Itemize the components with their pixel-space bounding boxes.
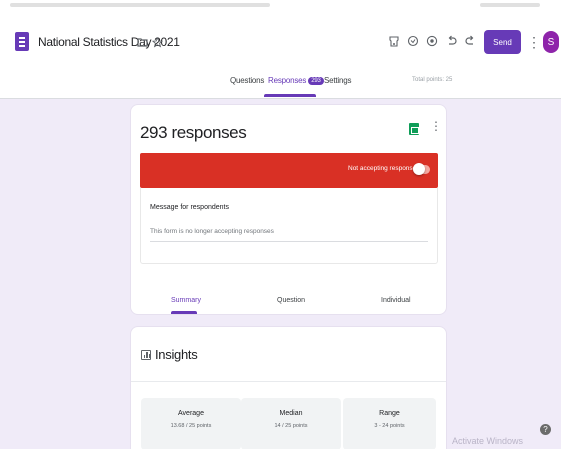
star-icon[interactable] (151, 36, 163, 48)
message-label: Message for respondents (150, 204, 229, 211)
avatar[interactable]: S (543, 31, 559, 53)
addon-icon[interactable] (425, 34, 439, 48)
stat-range: Range 3 - 24 points (343, 398, 436, 449)
insights-card: Insights Average 13.68 / 25 points Media… (130, 326, 447, 449)
stat-label: Range (379, 410, 400, 417)
stat-median: Median 14 / 25 points (241, 398, 341, 449)
stat-label: Median (279, 410, 303, 417)
insights-divider (131, 381, 446, 382)
browser-chrome-controls (480, 3, 540, 7)
responses-count-badge: 293 (308, 77, 324, 85)
folder-icon[interactable] (136, 36, 148, 48)
stat-value: 13.68 / 25 points (170, 423, 212, 429)
preview-icon[interactable] (406, 34, 420, 48)
responses-more-icon[interactable]: ⋮ (430, 119, 442, 133)
view-tab-question[interactable]: Question (277, 297, 305, 304)
undo-icon[interactable] (446, 34, 458, 48)
respondent-message-box: Message for respondents This form is no … (140, 188, 438, 264)
form-tabs: Questions Responses 293 Settings Total po… (0, 72, 561, 99)
responses-count-heading: 293 responses (140, 123, 247, 142)
palette-icon[interactable] (387, 34, 401, 48)
tab-responses[interactable]: Responses 293 (268, 76, 324, 85)
sheets-icon[interactable] (409, 123, 419, 135)
responses-card: 293 responses ⋮ Not accepting responses … (130, 104, 447, 315)
insights-title: Insights (155, 347, 198, 362)
insights-icon (141, 350, 151, 360)
forms-header: National Statistics Day 2021 Send ⋮ S (0, 14, 561, 72)
stat-average: Average 13.68 / 25 points (141, 398, 241, 449)
help-icon[interactable]: ? (540, 424, 551, 435)
active-view-tab-indicator (171, 311, 197, 314)
stat-label: Average (178, 410, 204, 417)
redo-icon[interactable] (464, 34, 476, 48)
active-tab-indicator (264, 94, 316, 97)
view-tab-summary[interactable]: Summary (171, 297, 201, 304)
view-tab-individual[interactable]: Individual (381, 297, 411, 304)
tab-settings[interactable]: Settings (324, 76, 352, 85)
message-underline (150, 241, 428, 242)
accepting-responses-toggle[interactable] (413, 163, 430, 175)
toggle-knob (413, 163, 425, 175)
total-points: Total points: 25 (412, 77, 453, 83)
stat-value: 3 - 24 points (374, 423, 405, 429)
tab-responses-label: Responses (268, 76, 307, 85)
accepting-responses-label: Not accepting responses (348, 165, 420, 172)
send-button[interactable]: Send (484, 30, 521, 54)
stat-value: 14 / 25 points (274, 423, 308, 429)
browser-chrome-text-fragment (10, 3, 270, 7)
activate-windows-watermark: Activate Windows (452, 436, 524, 446)
tab-questions[interactable]: Questions (230, 76, 264, 85)
browser-chrome-strip (0, 0, 561, 14)
message-field[interactable]: This form is no longer accepting respons… (150, 228, 274, 235)
forms-logo-icon[interactable] (15, 32, 29, 51)
more-vert-icon[interactable]: ⋮ (527, 32, 541, 52)
accepting-responses-banner: Not accepting responses (140, 153, 438, 188)
